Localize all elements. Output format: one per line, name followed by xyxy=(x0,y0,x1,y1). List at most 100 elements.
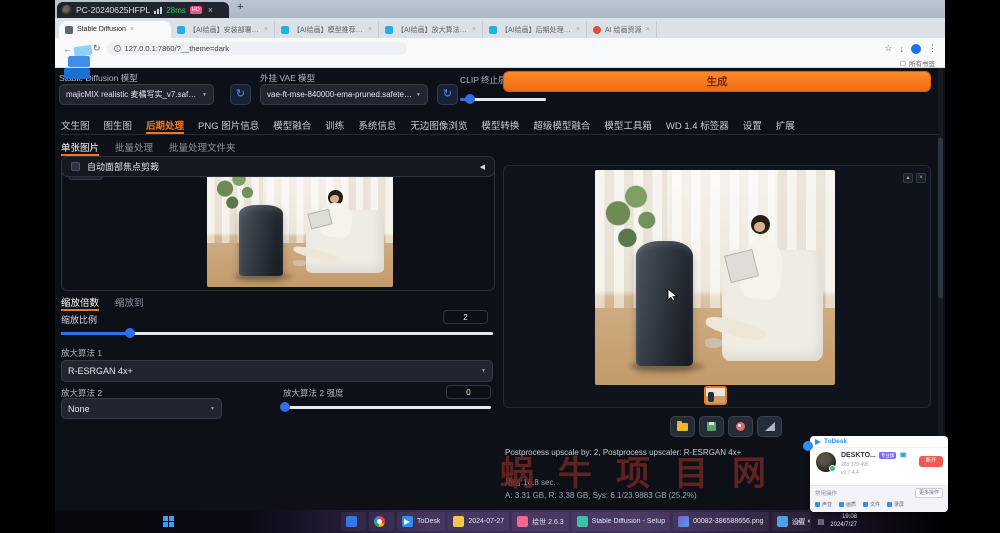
extras-subtabs: 单张图片 批量处理 批量处理文件夹 xyxy=(61,140,495,156)
tray-expand-icon[interactable]: ∧ xyxy=(796,518,801,526)
browser-tab[interactable]: 【AI绘画】模型推荐合集_哔哩哔哩 × xyxy=(275,21,379,38)
new-session-button[interactable]: + xyxy=(237,1,243,13)
close-preview-icon[interactable]: × xyxy=(916,173,926,183)
todesk-toggle[interactable]: 录屏 xyxy=(887,501,904,508)
tab-close-icon[interactable]: × xyxy=(646,26,650,33)
tab-close-icon[interactable]: × xyxy=(264,26,268,33)
tab-close-icon[interactable]: × xyxy=(472,26,476,33)
image-action-button[interactable] xyxy=(728,416,753,437)
action-icon xyxy=(677,420,688,431)
browser-tab[interactable]: 【AI绘画】安装部署教程_哔哩哔哩 × xyxy=(171,21,275,38)
remote-session-tab[interactable]: PC-20240625HFPL 28ms HD × xyxy=(57,2,229,18)
tray-icon-a[interactable]: ◐ xyxy=(807,518,811,525)
menu-icon[interactable]: ⋮ xyxy=(928,43,937,54)
download-icon[interactable]: ↓ xyxy=(900,44,905,54)
image-action-button[interactable] xyxy=(699,416,724,437)
taskbar-item[interactable]: 2024-07-27 xyxy=(448,512,510,531)
scale-ratio-slider[interactable] xyxy=(61,328,493,339)
upscaler2-dropdown[interactable]: None ▼ xyxy=(61,398,222,419)
scrollbar-thumb[interactable] xyxy=(938,138,943,298)
tab-close-icon[interactable]: × xyxy=(368,26,372,33)
scale-ratio-value[interactable]: 2 xyxy=(443,310,488,324)
main-tab[interactable]: PNG 图片信息 xyxy=(198,118,259,134)
main-tab[interactable]: 无边图像浏览 xyxy=(410,118,467,134)
todesk-toggle[interactable]: 画质 xyxy=(839,501,856,508)
main-tab[interactable]: 训练 xyxy=(325,118,344,134)
taskbar-item[interactable]: ToDesk xyxy=(397,512,446,531)
upscaler2-strength-slider[interactable] xyxy=(280,402,491,413)
checkbox[interactable] xyxy=(71,162,80,171)
image-action-button[interactable] xyxy=(757,416,782,437)
main-tab[interactable]: 超级模型融合 xyxy=(533,118,590,134)
session-close-icon[interactable]: × xyxy=(208,5,213,15)
refresh-vae-button[interactable]: ↻ xyxy=(437,84,458,105)
main-tab[interactable]: 模型融合 xyxy=(273,118,311,134)
result-image[interactable] xyxy=(595,170,835,385)
source-image xyxy=(207,164,393,287)
browser-tab[interactable]: 【AI绘画】后期处理教程_哔哩哔哩 × xyxy=(483,21,587,38)
result-thumbnail[interactable] xyxy=(704,386,727,405)
extras-subtab[interactable]: 单张图片 xyxy=(61,140,100,156)
fullscreen-icon[interactable]: ▴ xyxy=(903,173,913,183)
main-tab[interactable]: 模型工具箱 xyxy=(604,118,652,134)
memory-stats: A: 3.31 GB, R: 3.38 GB, Sys: 6.1/23.9883… xyxy=(505,491,697,500)
source-image-area[interactable]: 来源 × xyxy=(61,160,495,291)
tab-close-icon[interactable]: × xyxy=(576,26,580,33)
collapse-arrow-icon[interactable]: ◀ xyxy=(480,163,485,171)
main-tab[interactable]: WD 1.4 标签器 xyxy=(666,118,729,134)
todesk-toggle[interactable]: 文件 xyxy=(863,501,880,508)
extras-subtab[interactable]: 批量处理 xyxy=(115,140,153,156)
bookmark-folder-icon[interactable]: ▢ xyxy=(900,59,906,67)
taskbar-clock[interactable]: 19:08 2024/7/27 xyxy=(830,514,857,529)
browser-tab[interactable]: AI 绘画资源 × xyxy=(587,21,657,38)
accordion-row[interactable]: 自动面部焦点剪裁 ◀ xyxy=(61,156,495,177)
todesk-floating-ball[interactable] xyxy=(803,441,813,451)
tab-close-icon[interactable]: × xyxy=(130,26,134,33)
taskbar-app-icon xyxy=(517,516,529,527)
upscaler2-strength-value[interactable]: 0 xyxy=(446,385,491,399)
taskbar-item[interactable]: 00082-386588656.png xyxy=(673,512,769,531)
bookmarks-label[interactable]: 所有书签 xyxy=(909,58,935,68)
refresh-sd-model-button[interactable]: ↻ xyxy=(230,84,251,105)
todesk-toggle[interactable]: 声音 xyxy=(815,501,832,508)
main-tab[interactable]: 模型转换 xyxy=(481,118,519,134)
main-tab[interactable]: 设置 xyxy=(743,118,762,134)
url-input[interactable] xyxy=(124,44,400,53)
clock-date: 2024/7/27 xyxy=(830,521,857,528)
todesk-header[interactable]: ToDesk xyxy=(810,436,948,448)
upscaler2-strength-label: 放大算法 2 强度 xyxy=(283,388,344,398)
image-action-button[interactable] xyxy=(670,416,695,437)
taskbar-item[interactable] xyxy=(341,512,366,531)
upscaler1-value: R-ESRGAN 4x+ xyxy=(68,366,133,376)
main-tab[interactable]: 后期处理 xyxy=(146,118,185,134)
tray-icon-b[interactable]: ▤ xyxy=(818,518,825,526)
profile-avatar[interactable] xyxy=(911,43,921,54)
browser-tab[interactable]: 【AI绘画】放大算法对比_哔哩哔哩 × xyxy=(379,21,483,38)
scale-mode-tab[interactable]: 缩放到 xyxy=(115,295,144,311)
todesk-more-button[interactable]: 更多操作 xyxy=(914,488,943,498)
clip-skip-slider[interactable] xyxy=(460,94,546,105)
taskbar-item[interactable]: Stable Diffusion - Setup xyxy=(571,512,671,531)
disconnect-button[interactable]: 断开 xyxy=(919,456,943,467)
browser-tab[interactable]: Stable Diffusion × xyxy=(59,21,171,38)
mouse-cursor xyxy=(667,288,681,307)
start-button[interactable] xyxy=(163,516,174,527)
taskbar: ToDesk 2024-07-27 绘世 2.6.3 Stable Diffus… xyxy=(55,510,945,533)
site-info-icon[interactable]: i xyxy=(113,45,121,52)
extras-subtab[interactable]: 批量处理文件夹 xyxy=(169,140,236,156)
main-tab[interactable]: 系统信息 xyxy=(358,118,396,134)
main-tab[interactable]: 文生图 xyxy=(61,118,90,134)
generate-button[interactable]: 生成 xyxy=(503,71,931,92)
star-icon[interactable]: ☆ xyxy=(884,43,892,54)
upscaler1-dropdown[interactable]: R-ESRGAN 4x+ ▼ xyxy=(61,360,493,382)
phone-icon[interactable]: ☎ xyxy=(899,452,906,459)
address-bar[interactable]: i xyxy=(106,42,407,55)
sd-model-dropdown[interactable]: majicMIX realistic 麦橘写实_v7.safetensors [… xyxy=(59,84,214,105)
taskbar-item[interactable] xyxy=(369,512,394,531)
vae-dropdown[interactable]: vae-ft-mse-840000-ema-pruned.safetensors… xyxy=(260,84,428,105)
taskbar-item[interactable]: 绘世 2.6.3 xyxy=(512,512,569,531)
main-tab[interactable]: 扩展 xyxy=(776,118,795,134)
scale-mode-tab[interactable]: 缩放倍数 xyxy=(61,295,100,311)
todesk-section-label: 常用操作 xyxy=(815,491,838,497)
main-tab[interactable]: 图生图 xyxy=(104,118,133,134)
